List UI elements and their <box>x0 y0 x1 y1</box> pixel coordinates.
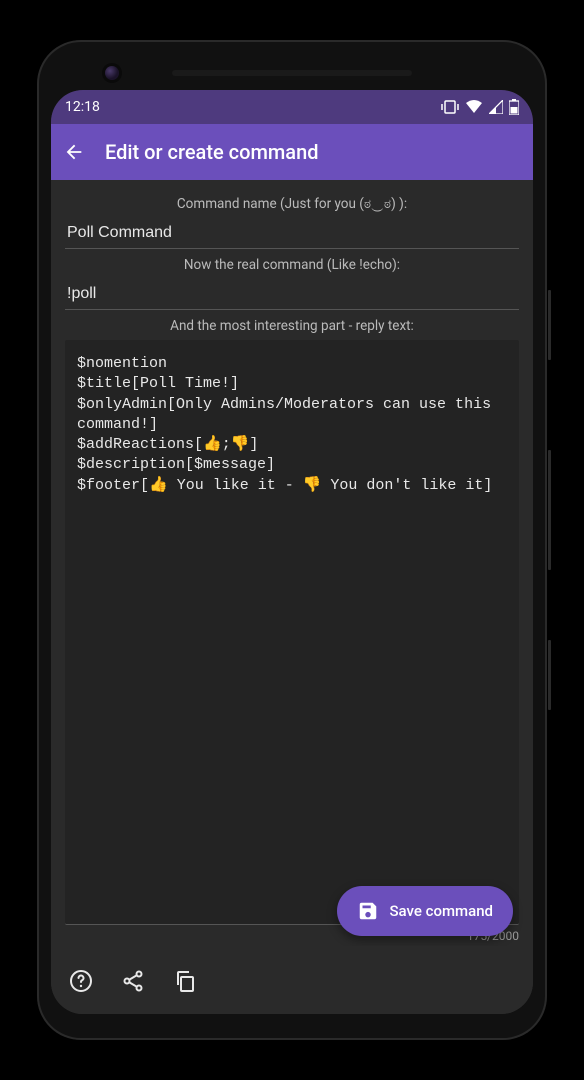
command-name-label: Command name (Just for you (ಠ‿ಠ) ): <box>65 196 519 212</box>
save-command-button[interactable]: Save command <box>337 886 513 936</box>
real-command-input[interactable] <box>65 279 519 310</box>
page-title: Edit or create command <box>105 140 318 164</box>
vibrate-icon <box>441 100 459 114</box>
battery-icon <box>509 99 519 115</box>
share-icon[interactable] <box>121 969 145 993</box>
signal-icon <box>489 100 503 114</box>
phone-camera <box>105 66 119 80</box>
save-icon <box>357 900 379 922</box>
reply-text-input[interactable]: $nomention $title[Poll Time!] $onlyAdmin… <box>65 340 519 925</box>
app-bar: Edit or create command <box>51 124 533 180</box>
wifi-icon <box>465 100 483 114</box>
real-command-label: Now the real command (Like !echo): <box>65 257 519 273</box>
command-name-input[interactable] <box>65 218 519 249</box>
screen: 12:18 Edit or create command Command nam… <box>51 90 533 1014</box>
bottom-toolbar <box>51 946 533 1014</box>
reply-text-label: And the most interesting part - reply te… <box>65 318 519 334</box>
phone-side-button <box>548 640 551 710</box>
back-button[interactable] <box>63 141 85 163</box>
phone-side-button <box>548 450 551 570</box>
copy-icon[interactable] <box>173 969 197 993</box>
phone-side-button <box>548 290 551 360</box>
status-time: 12:18 <box>65 99 100 115</box>
save-command-label: Save command <box>389 902 493 920</box>
status-icons <box>441 99 519 115</box>
status-bar: 12:18 <box>51 90 533 124</box>
phone-frame: 12:18 Edit or create command Command nam… <box>37 40 547 1040</box>
help-icon[interactable] <box>69 969 93 993</box>
arrow-back-icon <box>63 140 85 164</box>
